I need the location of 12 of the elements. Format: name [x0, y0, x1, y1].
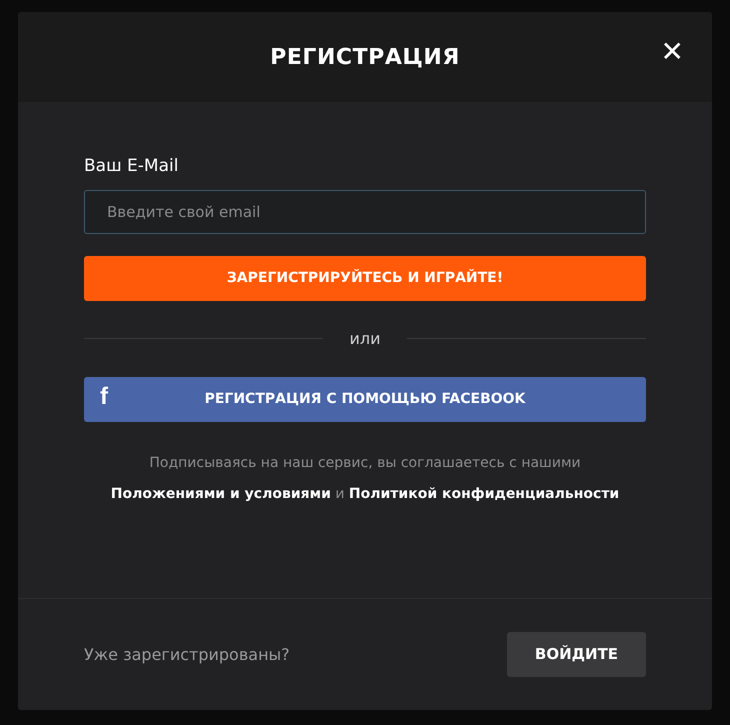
- terms-link[interactable]: Положениями и условиями: [110, 486, 331, 502]
- close-button[interactable]: ✕: [660, 38, 684, 66]
- login-button[interactable]: ВОЙДИТЕ: [507, 632, 646, 677]
- already-registered-text: Уже зарегистрированы?: [84, 644, 290, 666]
- facebook-button[interactable]: f РЕГИСТРАЦИЯ С ПОМОЩЬЮ FACEBOOK: [84, 376, 646, 422]
- privacy-link[interactable]: Политикой конфиденциальности: [348, 486, 620, 502]
- email-label: Ваш E-Mail: [84, 155, 180, 178]
- dialog-title: РЕГИСТРАЦИЯ: [270, 44, 460, 72]
- terms-text: Подписываясь на наш сервис, вы соглашаетесь с нашими Положениями и условиями и Политикой конфиденциальности: [110, 454, 620, 504]
- or-text: или: [349, 328, 381, 350]
- email-field[interactable]: Введите свой email: [84, 190, 646, 234]
- facebook-icon: f: [100, 384, 108, 408]
